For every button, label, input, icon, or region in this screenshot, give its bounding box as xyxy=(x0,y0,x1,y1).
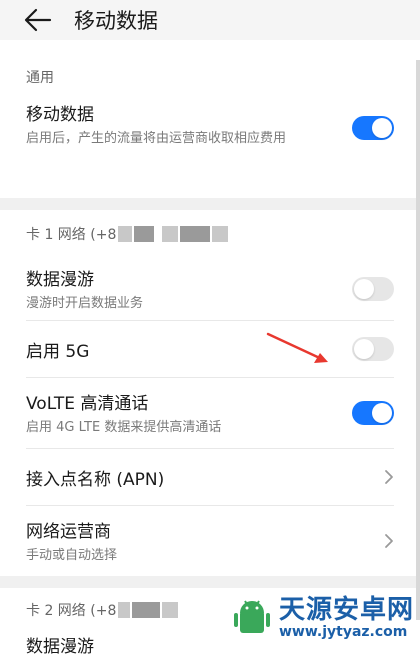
enable-5g-toggle[interactable] xyxy=(352,337,394,361)
chevron-right-icon xyxy=(385,534,393,548)
scrollbar[interactable] xyxy=(416,60,420,620)
sim2-roaming-title: 数据漫游 xyxy=(26,637,94,657)
roaming-subtitle: 漫游时开启数据业务 xyxy=(26,295,144,311)
masked-number xyxy=(118,226,133,242)
general-section: 通用 移动数据 启用后，产生的流量将由运营商收取相应费用 xyxy=(0,40,420,198)
section-label-general: 通用 xyxy=(26,70,54,86)
section-label-sim1: 卡 1 网络 (+8 xyxy=(0,210,420,258)
masked-number xyxy=(162,602,179,618)
roaming-row[interactable]: 数据漫游 漫游时开启数据业务 xyxy=(0,258,420,320)
section-gap xyxy=(0,576,420,588)
mobile-data-row[interactable]: 移动数据 启用后，产生的流量将由运营商收取相应费用 xyxy=(0,100,420,188)
masked-number xyxy=(212,226,229,242)
carrier-subtitle: 手动或自动选择 xyxy=(26,547,118,563)
top-bar: 移动数据 xyxy=(0,0,420,40)
arrow-left-icon[interactable] xyxy=(24,8,52,32)
section-gap xyxy=(0,198,420,210)
enable-5g-title: 启用 5G xyxy=(26,341,90,362)
masked-number xyxy=(132,602,161,618)
volte-subtitle: 启用 4G LTE 数据来提供高清通话 xyxy=(26,419,222,435)
apn-row[interactable]: 接入点名称 (APN) xyxy=(0,449,420,505)
watermark-title: 天源安卓网 xyxy=(278,595,414,625)
apn-title: 接入点名称 (APN) xyxy=(26,469,165,490)
roaming-title: 数据漫游 xyxy=(26,269,94,290)
annotation-arrow xyxy=(266,332,328,363)
volte-row[interactable]: VoLTE 高清通话 启用 4G LTE 数据来提供高清通话 xyxy=(0,378,420,448)
sim2-label-text: 卡 2 网络 (+8 xyxy=(26,603,117,619)
masked-number xyxy=(180,226,211,242)
android-logo-icon xyxy=(233,600,270,633)
roaming-toggle[interactable] xyxy=(352,277,394,301)
sim1-section: 卡 1 网络 (+8 数据漫游 漫游时开启数据业务 启用 5G VoLTE 高清… xyxy=(0,210,420,576)
enable-5g-row[interactable]: 启用 5G xyxy=(0,321,420,377)
volte-title: VoLTE 高清通话 xyxy=(26,393,149,414)
chevron-right-icon xyxy=(385,470,393,484)
mobile-data-subtitle: 启用后，产生的流量将由运营商收取相应费用 xyxy=(26,131,287,146)
volte-toggle[interactable] xyxy=(352,401,394,425)
site-watermark: 天源安卓网 www.jytyaz.com xyxy=(231,596,414,640)
watermark-url: www.jytyaz.com xyxy=(278,624,408,640)
masked-number xyxy=(118,602,131,618)
carrier-row[interactable]: 网络运营商 手动或自动选择 xyxy=(0,506,420,576)
masked-number xyxy=(162,226,179,242)
sim1-label-text: 卡 1 网络 (+8 xyxy=(26,227,117,243)
masked-number xyxy=(134,226,155,242)
mobile-data-toggle[interactable] xyxy=(352,116,394,140)
page-title: 移动数据 xyxy=(74,9,158,33)
mobile-data-title: 移动数据 xyxy=(26,105,94,125)
carrier-title: 网络运营商 xyxy=(26,521,111,542)
